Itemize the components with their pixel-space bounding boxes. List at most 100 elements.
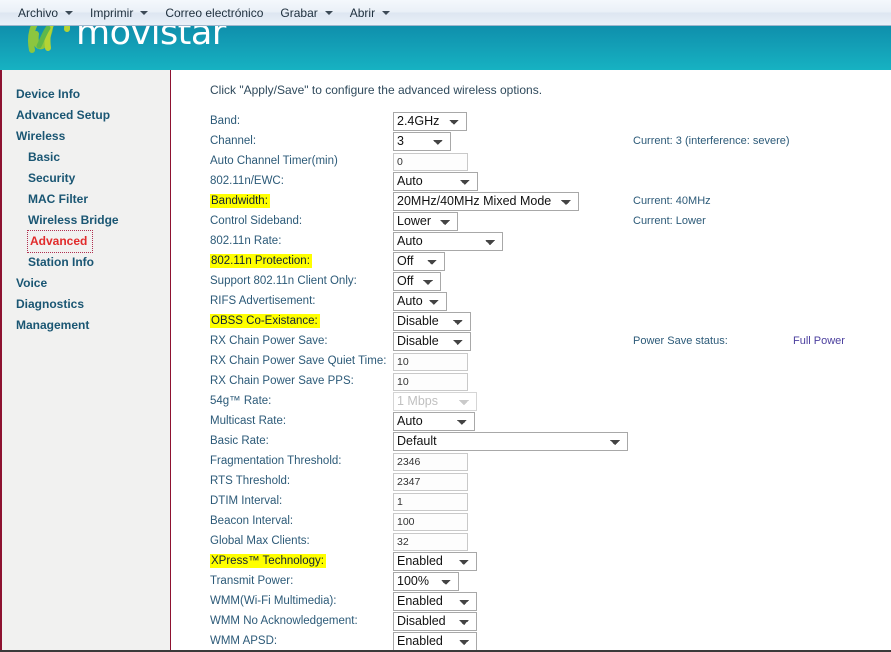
note-global-max-clients [633, 531, 845, 551]
select-rifs-advertisement[interactable]: Auto [393, 291, 447, 311]
select-channel[interactable]: 3 [393, 131, 451, 151]
form-row-bandwidth: Bandwidth: 20MHz/40MHz Mixed Mode Current:… [210, 191, 845, 211]
label-support-802-11n-client-only: Support 802.11n Client Only: [210, 271, 393, 291]
input-beacon-interval[interactable] [393, 512, 468, 531]
form-row-auto-channel-timer-min: Auto Channel Timer(min) [210, 151, 845, 171]
note-obss-co-existance [633, 311, 845, 331]
label-text: 802.11n Rate: [210, 235, 282, 247]
label-wmm-wi-fi-multimedia: WMM(Wi-Fi Multimedia): [210, 591, 393, 611]
label-rx-chain-power-save-pps: RX Chain Power Save PPS: [210, 371, 393, 391]
sidebar-item-label: Wireless [16, 129, 66, 143]
select-802-11n-ewc[interactable]: Auto [393, 171, 478, 191]
sidebar-item-label: Voice [16, 276, 48, 290]
sidebar-item-basic[interactable]: Basic [2, 147, 170, 168]
select-wmm-apsd[interactable]: Enabled [393, 631, 477, 650]
input-rx-chain-power-save-quiet-time[interactable] [393, 352, 468, 371]
label-beacon-interval: Beacon Interval: [210, 511, 393, 531]
label-xpress-technology: XPress™ Technology: [210, 551, 393, 571]
form-row-rts-threshold: RTS Threshold: [210, 471, 845, 491]
sidebar-item-station-info[interactable]: Station Info [2, 252, 170, 273]
highlighted-label-text: Bandwidth: [210, 194, 270, 208]
label-channel: Channel: [210, 131, 393, 151]
movistar-logo: movistar [26, 26, 226, 56]
label-text: Auto Channel Timer(min) [210, 155, 338, 167]
label-text: Control Sideband: [210, 215, 303, 227]
select-basic-rate[interactable]: Default [393, 431, 628, 451]
control-cell-multicast-rate: Auto [393, 411, 633, 431]
label-wmm-apsd: WMM APSD: [210, 631, 393, 650]
select-bandwidth[interactable]: 20MHz/40MHz Mixed Mode [393, 191, 579, 211]
control-cell-wmm-wi-fi-multimedia: Enabled [393, 591, 633, 611]
input-auto-channel-timer-min[interactable] [393, 152, 468, 171]
menu-item-abrir[interactable]: Abrir [342, 4, 399, 22]
sidebar-item-management[interactable]: Management [2, 315, 170, 336]
select-multicast-rate[interactable]: Auto [393, 411, 475, 431]
label-text: RX Chain Power Save PPS: [210, 375, 354, 387]
label-global-max-clients: Global Max Clients: [210, 531, 393, 551]
label-fragmentation-threshold: Fragmentation Threshold: [210, 451, 393, 471]
form-row-obss-co-existance: OBSS Co-Existance: Disable [210, 311, 845, 331]
select-wmm-wi-fi-multimedia[interactable]: Enabled [393, 591, 477, 611]
menu-item-grabar[interactable]: Grabar [272, 4, 341, 22]
note-beacon-interval [633, 511, 845, 531]
select-control-sideband[interactable]: Lower [393, 211, 458, 231]
form-row-xpress-technology: XPress™ Technology: Enabled [210, 551, 845, 571]
note-auto-channel-timer-min [633, 151, 845, 171]
note-wmm-apsd [633, 631, 845, 650]
control-cell-basic-rate: Default [393, 431, 633, 451]
label-text: Multicast Rate: [210, 415, 287, 427]
select-rx-chain-power-save[interactable]: Disable [393, 331, 471, 351]
form-row-54g-rate: 54g™ Rate: 1 Mbps [210, 391, 845, 411]
menu-item-imprimir[interactable]: Imprimir [82, 4, 157, 22]
chevron-down-icon [382, 10, 391, 15]
sidebar-item-wireless[interactable]: Wireless [2, 126, 170, 147]
label-802-11n-rate: 802.11n Rate: [210, 231, 393, 251]
input-fragmentation-threshold[interactable] [393, 452, 468, 471]
brand-banner: movistar [0, 26, 891, 70]
control-cell-rifs-advertisement: Auto [393, 291, 633, 311]
control-cell-bandwidth: 20MHz/40MHz Mixed Mode [393, 191, 633, 211]
note-rx-chain-power-save-pps [633, 371, 845, 391]
label-rts-threshold: RTS Threshold: [210, 471, 393, 491]
sidebar-item-advanced[interactable]: Advanced [26, 230, 94, 253]
sidebar-item-advanced-wrapper: Advanced [2, 230, 170, 253]
form-row-802-11n-protection: 802.11n Protection: Off [210, 251, 845, 271]
sidebar-item-label: Diagnostics [16, 297, 85, 311]
chevron-down-icon [140, 10, 149, 15]
select-xpress-technology[interactable]: Enabled [393, 551, 477, 571]
input-rx-chain-power-save-pps[interactable] [393, 372, 468, 391]
note-802-11n-rate [633, 231, 845, 251]
sidebar-item-security[interactable]: Security [2, 168, 170, 189]
select-802-11n-rate[interactable]: Auto [393, 231, 503, 251]
menu-item-archivo[interactable]: Archivo [10, 4, 82, 22]
menu-item-correo-electr-nico[interactable]: Correo electrónico [157, 4, 272, 22]
sidebar-item-device-info[interactable]: Device Info [2, 84, 170, 105]
sidebar-item-wireless-bridge[interactable]: Wireless Bridge [2, 210, 170, 231]
note-wmm-wi-fi-multimedia [633, 591, 845, 611]
power-save-status-value: Full Power [793, 335, 845, 347]
chevron-down-icon [324, 10, 333, 15]
label-rifs-advertisement: RIFS Advertisement: [210, 291, 393, 311]
label-obss-co-existance: OBSS Co-Existance: [210, 311, 393, 331]
note-54g-rate [633, 391, 845, 411]
note-transmit-power [633, 571, 845, 591]
form-row-802-11n-rate: 802.11n Rate: Auto [210, 231, 845, 251]
sidebar-item-mac-filter[interactable]: MAC Filter [2, 189, 170, 210]
select-obss-co-existance[interactable]: Disable [393, 311, 471, 331]
sidebar-item-advanced-setup[interactable]: Advanced Setup [2, 105, 170, 126]
select-wmm-no-acknowledgement[interactable]: Disabled [393, 611, 477, 631]
label-text: Global Max Clients: [210, 535, 310, 547]
sidebar-item-label: Advanced [30, 234, 88, 248]
sidebar-item-voice[interactable]: Voice [2, 273, 170, 294]
input-global-max-clients[interactable] [393, 532, 468, 551]
input-dtim-interval[interactable] [393, 492, 468, 511]
sidebar-item-diagnostics[interactable]: Diagnostics [2, 294, 170, 315]
input-rts-threshold[interactable] [393, 472, 468, 491]
select-band[interactable]: 2.4GHz [393, 111, 467, 131]
select-support-802-11n-client-only[interactable]: Off [393, 271, 441, 291]
note-wmm-no-acknowledgement [633, 611, 845, 631]
select-802-11n-protection[interactable]: Off [393, 251, 445, 271]
control-cell-xpress-technology: Enabled [393, 551, 633, 571]
select-transmit-power[interactable]: 100% [393, 571, 459, 591]
form-row-wmm-apsd: WMM APSD: Enabled [210, 631, 845, 650]
